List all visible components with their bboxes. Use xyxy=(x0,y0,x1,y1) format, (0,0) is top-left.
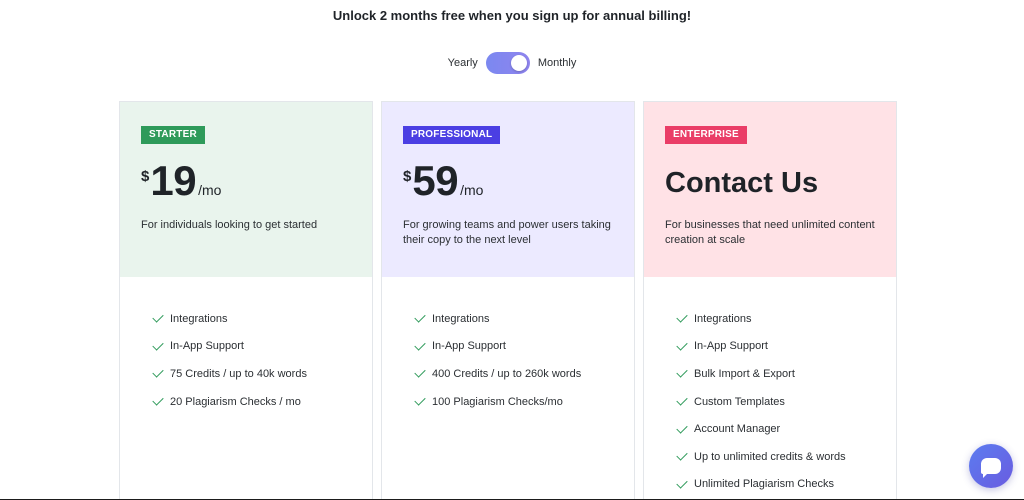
feature-item: Integrations xyxy=(152,305,372,333)
plan-badge: STARTER xyxy=(141,126,205,144)
feature-item: Integrations xyxy=(414,305,634,333)
check-icon xyxy=(676,394,688,406)
price-period: /mo xyxy=(460,182,484,198)
feature-item: Up to unlimited credits & words xyxy=(676,443,896,471)
feature-label: Custom Templates xyxy=(694,395,785,408)
monthly-label[interactable]: Monthly xyxy=(538,57,577,69)
feature-label: 20 Plagiarism Checks / mo xyxy=(170,395,301,408)
plan-header: PROFESSIONAL $ 59 /mo For growing teams … xyxy=(382,102,634,277)
check-icon xyxy=(676,339,688,351)
price-currency: $ xyxy=(403,168,412,185)
pricing-plans: STARTER $ 19 /mo For individuals looking… xyxy=(119,101,897,500)
price-currency: $ xyxy=(141,168,150,185)
feature-label: 75 Credits / up to 40k words xyxy=(170,367,307,380)
feature-label: Integrations xyxy=(170,312,228,325)
plan-card-starter: STARTER $ 19 /mo For individuals looking… xyxy=(119,101,373,500)
plan-card-enterprise: ENTERPRISE Contact Us For businesses tha… xyxy=(643,101,897,500)
feature-item: 75 Credits / up to 40k words xyxy=(152,360,372,388)
contact-us-heading: Contact Us xyxy=(665,167,819,199)
feature-list: Integrations In-App Support Bulk Import … xyxy=(644,277,896,498)
feature-label: In-App Support xyxy=(694,340,768,353)
plan-header: ENTERPRISE Contact Us For businesses tha… xyxy=(644,102,896,277)
feature-item: Account Manager xyxy=(676,415,896,443)
feature-label: In-App Support xyxy=(432,340,506,353)
plan-header: STARTER $ 19 /mo For individuals looking… xyxy=(120,102,372,277)
plan-badge: PROFESSIONAL xyxy=(403,126,501,144)
check-icon xyxy=(414,311,426,323)
feature-label: Bulk Import & Export xyxy=(694,367,795,380)
check-icon xyxy=(676,422,688,434)
check-icon xyxy=(152,339,164,351)
feature-item: Unlimited Plagiarism Checks xyxy=(676,471,896,499)
billing-period-toggle: Yearly Monthly xyxy=(0,52,1024,74)
price-amount: 19 xyxy=(150,157,197,204)
check-icon xyxy=(152,394,164,406)
plan-description: For individuals looking to get started xyxy=(141,219,318,231)
annual-billing-banner: Unlock 2 months free when you sign up fo… xyxy=(332,8,692,23)
feature-label: 100 Plagiarism Checks/mo xyxy=(432,395,563,408)
check-icon xyxy=(414,339,426,351)
chat-bubble-icon xyxy=(981,458,1001,478)
feature-list: Integrations In-App Support 75 Credits /… xyxy=(120,277,372,415)
feature-item: Bulk Import & Export xyxy=(676,360,896,388)
plan-description: For growing teams and power users taking… xyxy=(403,219,611,246)
feature-item: Custom Templates xyxy=(676,388,896,416)
price-amount: 59 xyxy=(412,157,459,204)
feature-item: 400 Credits / up to 260k words xyxy=(414,360,634,388)
yearly-label[interactable]: Yearly xyxy=(448,57,478,69)
feature-item: In-App Support xyxy=(676,333,896,361)
plan-description: For businesses that need unlimited conte… xyxy=(665,219,875,246)
feature-item: 100 Plagiarism Checks/mo xyxy=(414,388,634,416)
feature-label: Up to unlimited credits & words xyxy=(694,450,846,463)
check-icon xyxy=(676,477,688,489)
feature-item: 20 Plagiarism Checks / mo xyxy=(152,388,372,416)
plan-badge: ENTERPRISE xyxy=(665,126,747,144)
feature-item: Integrations xyxy=(676,305,896,333)
check-icon xyxy=(676,449,688,461)
plan-price: $ 59 /mo xyxy=(403,160,614,206)
feature-label: Unlimited Plagiarism Checks xyxy=(694,478,834,491)
check-icon xyxy=(676,311,688,323)
check-icon xyxy=(676,366,688,379)
check-icon xyxy=(414,394,426,406)
billing-switch[interactable] xyxy=(485,52,530,74)
feature-label: 400 Credits / up to 260k words xyxy=(432,367,582,380)
feature-label: Integrations xyxy=(432,312,490,325)
price-period: /mo xyxy=(198,182,222,198)
check-icon xyxy=(152,366,164,379)
switch-knob xyxy=(510,55,527,71)
check-icon xyxy=(414,366,426,379)
plan-card-professional: PROFESSIONAL $ 59 /mo For growing teams … xyxy=(381,101,635,500)
feature-item: In-App Support xyxy=(152,333,372,361)
feature-list: Integrations In-App Support 400 Credits … xyxy=(382,277,634,415)
check-icon xyxy=(152,311,164,323)
feature-item: In-App Support xyxy=(414,333,634,361)
feature-label: Account Manager xyxy=(694,423,781,436)
chat-launcher-button[interactable] xyxy=(969,444,1013,488)
plan-price: $ 19 /mo xyxy=(141,160,352,206)
feature-label: In-App Support xyxy=(170,340,244,353)
feature-label: Integrations xyxy=(694,312,752,325)
